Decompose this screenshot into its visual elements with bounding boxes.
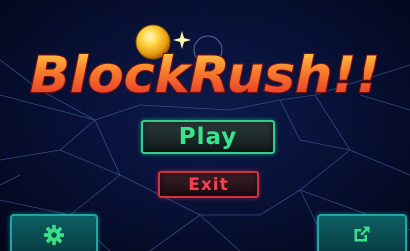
external-link-icon <box>354 226 370 242</box>
exit-button-label: Exit <box>188 174 229 195</box>
title-screen: BlockRush!! Play Exit <box>0 0 410 251</box>
share-button[interactable] <box>317 214 407 251</box>
play-button-label: Play <box>178 124 238 150</box>
exit-button[interactable]: Exit <box>158 171 259 198</box>
gear-icon <box>43 224 65 246</box>
game-logo: BlockRush!! <box>29 24 381 105</box>
settings-button[interactable] <box>10 214 98 251</box>
play-button[interactable]: Play <box>141 120 275 154</box>
game-title: BlockRush!! <box>30 46 380 104</box>
